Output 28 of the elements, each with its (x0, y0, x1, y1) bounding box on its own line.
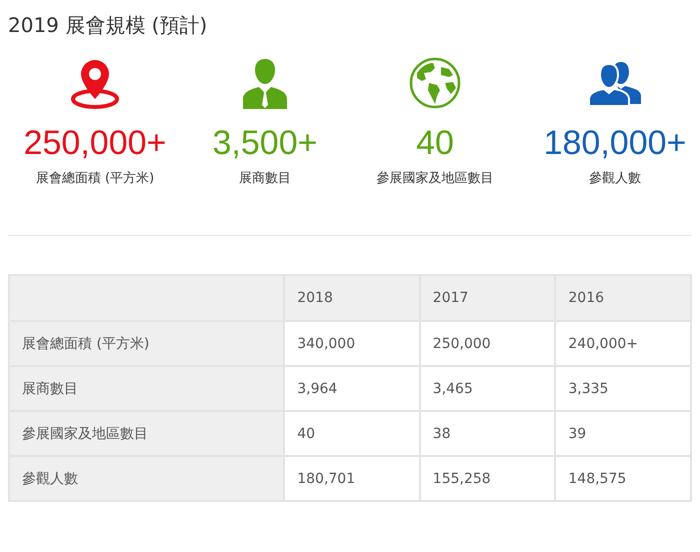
table-cell: 40 (284, 411, 420, 456)
stat-label: 展會總面積 (平方米) (36, 170, 154, 187)
stat-label: 參觀人數 (589, 170, 641, 187)
row-header: 參展國家及地區數目 (9, 411, 284, 456)
table-cell: 340,000 (284, 321, 420, 366)
row-header: 展會總面積 (平方米) (9, 321, 284, 366)
stat-value: 180,000+ (544, 123, 686, 163)
column-header: 2017 (420, 275, 556, 321)
table-cell: 39 (555, 411, 691, 456)
stat-value: 250,000+ (24, 123, 166, 163)
table-cell: 240,000+ (555, 321, 691, 366)
column-header: 2016 (555, 275, 691, 321)
table-cell: 3,335 (555, 366, 691, 411)
section-title: 2019 展會規模 (預計) (7, 12, 208, 39)
table-cell: 148,575 (555, 456, 691, 501)
stat-label: 參展國家及地區數目 (376, 170, 494, 187)
stat-value: 3,500+ (212, 123, 318, 163)
table-cell: 3,465 (420, 366, 556, 411)
table-cell: 155,258 (420, 456, 556, 501)
column-header: 2018 (284, 275, 420, 321)
table-cell: 38 (420, 411, 556, 456)
row-header: 參觀人數 (9, 456, 284, 501)
table-cell: 3,964 (284, 366, 420, 411)
table-cell: 180,701 (284, 456, 420, 501)
row-header: 展商數目 (9, 366, 284, 411)
stat-label: 展商數目 (239, 170, 291, 187)
table-cell: 250,000 (420, 321, 556, 366)
stat-value: 40 (416, 123, 454, 163)
